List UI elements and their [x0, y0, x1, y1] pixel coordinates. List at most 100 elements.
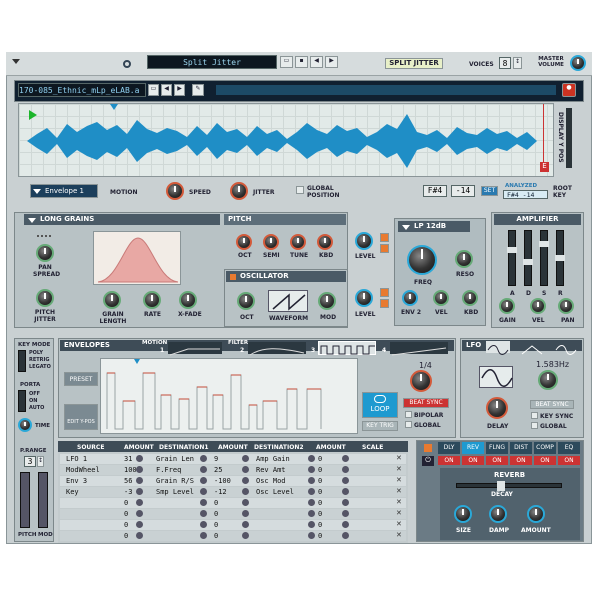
- env-tab-2[interactable]: [248, 342, 306, 356]
- prange-stepper[interactable]: ↕: [37, 456, 44, 467]
- fx-tab-comp[interactable]: COMP: [534, 442, 556, 454]
- amount-knob-icon[interactable]: [200, 499, 207, 506]
- amount-knob-icon[interactable]: [308, 477, 315, 484]
- amp-vel-knob[interactable]: [530, 298, 546, 314]
- amp-attack-slider[interactable]: [507, 230, 517, 286]
- amount-knob-icon[interactable]: [200, 488, 207, 495]
- mm-amount2-cell[interactable]: -12: [214, 488, 227, 496]
- sample-filter-route-button[interactable]: [380, 233, 389, 242]
- fx-on-button[interactable]: ON: [438, 456, 460, 465]
- lfo-wave-tab-2[interactable]: [520, 341, 544, 355]
- lfo-key-sync-checkbox[interactable]: [531, 412, 538, 419]
- env-tab-3[interactable]: [318, 341, 376, 355]
- scale-clear-icon[interactable]: ✕: [396, 465, 402, 473]
- scale-clear-icon[interactable]: ✕: [396, 487, 402, 495]
- mm-amount2-cell[interactable]: 25: [214, 466, 222, 474]
- mm-amount1-cell[interactable]: 0: [124, 521, 128, 529]
- amount-knob-icon[interactable]: [136, 455, 143, 462]
- pitch-kbd-knob[interactable]: [317, 234, 333, 250]
- amount-knob-icon[interactable]: [136, 477, 143, 484]
- env-preset-button[interactable]: PRESET: [64, 372, 98, 386]
- sample-edit-icon[interactable]: ✎: [192, 84, 204, 96]
- mm-source-cell[interactable]: LFO 1: [66, 455, 87, 463]
- table-row[interactable]: Key -3 Smp Level -12 Osc Level 0 ✕: [60, 487, 406, 497]
- amount-knob-icon[interactable]: [200, 455, 207, 462]
- amount-knob-icon[interactable]: [342, 532, 349, 539]
- set-button[interactable]: SET: [481, 186, 498, 196]
- reverb-amount-knob[interactable]: [527, 505, 545, 523]
- amount-knob-icon[interactable]: [200, 510, 207, 517]
- lfo-wave-tab-1[interactable]: [486, 341, 510, 355]
- start-marker-icon[interactable]: [29, 110, 37, 120]
- filter-reso-knob[interactable]: [455, 250, 473, 268]
- amp-gain-knob[interactable]: [499, 298, 515, 314]
- env-beat-sync-button[interactable]: BEAT SYNC: [403, 398, 449, 408]
- fx-power-toggle-icon[interactable]: ⏻: [422, 456, 434, 466]
- osc-filter-route-button[interactable]: [380, 288, 389, 297]
- mm-amount3-cell[interactable]: 0: [318, 499, 322, 507]
- porta-time-knob[interactable]: [18, 418, 32, 432]
- mm-source-cell[interactable]: ModWheel: [66, 466, 100, 474]
- pitch-wheel[interactable]: [20, 472, 30, 528]
- prange-value[interactable]: 3: [24, 456, 36, 467]
- amount-knob-icon[interactable]: [200, 521, 207, 528]
- scale-clear-icon[interactable]: ✕: [396, 520, 402, 528]
- amount-knob-icon[interactable]: [136, 510, 143, 517]
- speed-knob[interactable]: [166, 182, 184, 200]
- sample-filename[interactable]: 170-085_Ethnic_mLp_eLAB.a: [18, 83, 146, 97]
- fx-on-button[interactable]: ON: [486, 456, 508, 465]
- pitch-tune-knob[interactable]: [290, 234, 306, 250]
- folder-icon[interactable]: ▭: [280, 56, 293, 68]
- scale-clear-icon[interactable]: ✕: [396, 454, 402, 462]
- jitter-knob[interactable]: [230, 182, 248, 200]
- mm-amount3-cell[interactable]: 0: [318, 510, 322, 518]
- amount-knob-icon[interactable]: [308, 466, 315, 473]
- table-row[interactable]: LFO 1 31 Grain Len 9 Amp Gain 0 ✕: [60, 454, 406, 464]
- amount-knob-icon[interactable]: [136, 521, 143, 528]
- amount-knob-icon[interactable]: [242, 488, 249, 495]
- tune-value[interactable]: -14: [451, 185, 475, 197]
- mm-amount3-cell[interactable]: 0: [318, 477, 322, 485]
- amount-knob-icon[interactable]: [308, 510, 315, 517]
- voices-stepper[interactable]: ↕: [513, 57, 522, 69]
- fold-icon[interactable]: [12, 59, 20, 64]
- table-row[interactable]: Env 3 56 Grain R/S -100 Osc Mod 0 ✕: [60, 476, 406, 486]
- mm-dest1-cell[interactable]: Grain R/S: [156, 477, 194, 485]
- osc-oct-knob[interactable]: [237, 292, 255, 310]
- lfo-delay-knob[interactable]: [486, 397, 508, 419]
- fx-on-button[interactable]: ON: [558, 456, 580, 465]
- amp-pan-knob[interactable]: [558, 298, 574, 314]
- amount-knob-icon[interactable]: [242, 499, 249, 506]
- patch-name-display[interactable]: Split Jitter: [147, 55, 277, 69]
- mm-dest2-cell[interactable]: Amp Gain: [256, 455, 290, 463]
- amount-knob-icon[interactable]: [342, 521, 349, 528]
- env-tab-1[interactable]: [168, 342, 222, 356]
- sample-load-icon[interactable]: ▭: [148, 84, 159, 96]
- amount-knob-icon[interactable]: [308, 455, 315, 462]
- amount-knob-icon[interactable]: [200, 466, 207, 473]
- amount-knob-icon[interactable]: [136, 499, 143, 506]
- amp-release-slider[interactable]: [555, 230, 565, 286]
- waveform-display[interactable]: E: [18, 103, 554, 177]
- envelope-editor[interactable]: [100, 358, 358, 434]
- table-row[interactable]: 0 0 0 ✕: [60, 520, 406, 530]
- mm-amount1-cell[interactable]: -3: [124, 488, 132, 496]
- osc-level-knob[interactable]: [355, 289, 373, 307]
- amount-knob-icon[interactable]: [342, 466, 349, 473]
- mm-dest1-cell[interactable]: Smp Level: [156, 488, 194, 496]
- position-marker-icon[interactable]: [110, 104, 118, 110]
- env-global-checkbox[interactable]: [405, 421, 412, 428]
- fx-on-button[interactable]: ON: [510, 456, 532, 465]
- amount-knob-icon[interactable]: [342, 510, 349, 517]
- mm-amount2-cell[interactable]: 0: [214, 510, 218, 518]
- reverb-size-knob[interactable]: [454, 505, 472, 523]
- fx-tab-eq[interactable]: EQ: [558, 442, 580, 454]
- filter-kbd-knob[interactable]: [462, 290, 478, 306]
- amount-knob-icon[interactable]: [136, 488, 143, 495]
- sample-overview[interactable]: [216, 85, 556, 95]
- fx-power-icon[interactable]: [424, 444, 432, 452]
- pan-spread-knob[interactable]: [36, 244, 54, 262]
- env-tab-4[interactable]: [390, 342, 448, 356]
- pitch-oct-knob[interactable]: [236, 234, 252, 250]
- amount-knob-icon[interactable]: [242, 521, 249, 528]
